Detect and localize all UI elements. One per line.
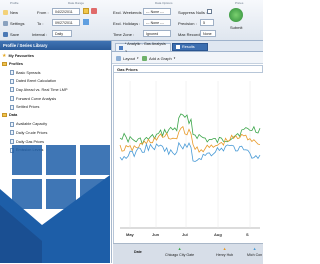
tab-gas-analysis[interactable]: * Analytic - Gas Analysis 2 [115, 42, 171, 54]
suppress-nulls-checkbox[interactable] [207, 9, 212, 14]
company-logo-icon [0, 145, 110, 263]
to-label: To : [37, 21, 44, 26]
chart-title: Gas Prices [113, 65, 263, 73]
tree-item-label: Dated Brent Calculation [16, 79, 57, 84]
x-tick-label: Jul [182, 232, 188, 237]
chevron-down-icon: ▾ [137, 56, 139, 60]
series-marker-icon: ▲ [252, 246, 257, 251]
document-icon [10, 121, 14, 127]
new-button[interactable]: New [3, 8, 18, 16]
tree-item-label: My Favourites [8, 54, 35, 58]
refresh-icon[interactable] [91, 8, 97, 14]
to-date-field[interactable]: 09/27/2011 [52, 19, 80, 26]
tab-results[interactable]: Results [172, 43, 208, 51]
tree-item-label: Available Capacity [16, 122, 48, 127]
interval-select[interactable]: Daily [52, 30, 72, 37]
group-title-date-range: Date Range [68, 1, 85, 5]
folder-icon [2, 61, 7, 66]
submit-label[interactable]: Submit [230, 25, 242, 30]
series-marker-icon: ▲ [177, 246, 182, 251]
tree-item[interactable]: ★ My Favourites [2, 53, 34, 59]
chart-svg: May Jun Jul Aug S [119, 81, 261, 237]
tree-item-label: Daily Gas Prices [16, 139, 45, 144]
save-icon [3, 31, 8, 37]
add-graph-button[interactable]: Add a Graph ▾ [142, 54, 175, 62]
add-graph-icon [142, 55, 147, 61]
tree-item-label: Profiles [9, 61, 23, 66]
panel-header: Profile / Series Library [0, 41, 111, 50]
tree-item[interactable]: Data [2, 113, 18, 118]
from-date-field[interactable]: 04/22/2011 [52, 8, 80, 15]
settings-button[interactable]: Settings [3, 19, 24, 27]
excl-holidays-label: Excl. Holidays : [113, 21, 141, 26]
group-title-prices: Prices [235, 1, 244, 5]
document-icon [10, 78, 14, 84]
results-icon [176, 45, 180, 49]
group-title-profile: Profile [10, 1, 19, 5]
new-document-icon [3, 9, 8, 15]
tree-item-label: Daily Crude Prices [16, 130, 48, 135]
gas-prices-chart: May Jun Jul Aug S [113, 73, 264, 243]
document-icon [10, 130, 14, 136]
tree-item[interactable]: Available Capacity [10, 121, 48, 127]
group-title-data-options: Data Options [155, 1, 173, 5]
document-icon [10, 70, 14, 76]
excl-holidays-select[interactable]: --- None --- [143, 19, 171, 26]
legend-item-henry-hub: ▲ Henry Hub [216, 246, 234, 257]
tree-item[interactable]: Basic Spreads [10, 70, 41, 76]
star-icon: ★ [2, 53, 7, 59]
results-toolbar: Layout ▾ Add a Graph ▾ [112, 52, 263, 64]
excl-weekends-select[interactable]: --- None --- [143, 8, 171, 15]
folder-icon [2, 113, 7, 118]
precision-field[interactable]: 5 [200, 19, 214, 26]
interval-label: Interval : [32, 32, 48, 37]
excl-weekends-label: Excl. Weekends : [113, 10, 144, 15]
tree-item-label: Basic Spreads [16, 70, 41, 75]
suppress-nulls-label: Suppress Nulls : [178, 10, 208, 15]
tree-item-label: Forward Curve Analysis [16, 96, 57, 101]
document-icon [10, 139, 14, 144]
gear-icon [3, 20, 8, 26]
tree-item-label: Data [9, 113, 18, 118]
precision-label: Precision : [178, 21, 197, 26]
timezone-label: Time Zone : [113, 32, 135, 37]
tree-item-label: Day Ahead vs. Real Time LMP [16, 87, 68, 92]
layout-button[interactable]: Layout ▾ [116, 54, 139, 62]
document-icon [10, 96, 14, 101]
document-tab-bar: * Analytic - Gas Analysis 2 Results [112, 41, 263, 54]
clear-date-icon[interactable] [83, 19, 89, 25]
chart-legend: Date ▲ Chicago City Gate ▲ Henry Hub ▲ M… [113, 243, 263, 264]
ribbon-toolbar: Profile Date Range Data Options Prices N… [0, 0, 263, 41]
chevron-down-icon: ▾ [173, 56, 176, 60]
x-tick-label: S [246, 232, 249, 237]
series-line-2 [119, 141, 261, 162]
series-line-0 [119, 113, 261, 146]
tree-item[interactable]: Settled Prices [10, 104, 40, 110]
tree-item[interactable]: Forward Curve Analysis [10, 96, 56, 101]
tree-item[interactable]: Day Ahead vs. Real Time LMP [10, 87, 68, 93]
document-icon [10, 87, 14, 93]
submit-icon[interactable] [229, 8, 243, 22]
legend-date-header: Date [134, 250, 142, 254]
calendar-icon[interactable] [83, 8, 89, 14]
x-tick-label: Jun [152, 232, 160, 237]
tree-item[interactable]: Daily Crude Prices [10, 130, 48, 136]
tree-item[interactable]: Daily Gas Prices [10, 139, 44, 144]
x-tick-label: Aug [214, 232, 222, 237]
document-icon [10, 104, 14, 110]
series-marker-icon: ▲ [222, 246, 227, 251]
tree-item[interactable]: Profiles [2, 61, 23, 66]
max-records-select[interactable]: None [200, 30, 216, 37]
legend-item-mich-con: ▲ Mich Con [247, 246, 263, 257]
analytic-icon [119, 45, 123, 50]
from-label: From : [37, 10, 49, 15]
save-button[interactable]: Save [3, 30, 19, 38]
tree-item-label: Settled Prices [16, 105, 40, 110]
legend-item-chicago: ▲ Chicago City Gate [165, 246, 195, 257]
layout-icon [116, 55, 121, 61]
tree-item[interactable]: Dated Brent Calculation [10, 78, 57, 84]
x-tick-label: May [126, 232, 135, 237]
timezone-select[interactable]: Ignored [143, 30, 171, 37]
